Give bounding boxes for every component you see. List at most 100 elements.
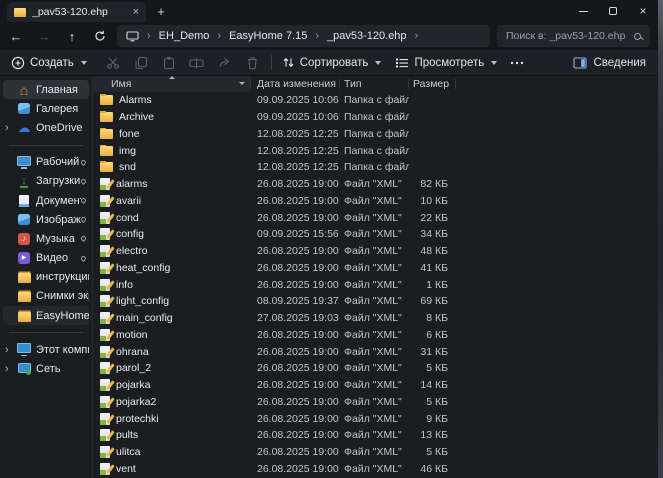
copy-button[interactable] <box>133 55 149 71</box>
table-row[interactable]: pults 26.08.2025 19:00 Файл "XML" 13 КБ <box>93 427 658 444</box>
file-type: Папка с файлами <box>340 161 409 173</box>
maximize-button[interactable] <box>598 0 628 22</box>
sidebar-item[interactable]: › Главная <box>3 80 89 99</box>
file-size: 34 КБ <box>409 228 456 240</box>
file-size: 8 КБ <box>409 312 456 324</box>
cut-button[interactable] <box>105 55 121 71</box>
back-button[interactable]: ← <box>5 26 27 46</box>
table-row[interactable]: main_config 27.08.2025 19:03 Файл "XML" … <box>93 310 658 327</box>
table-row[interactable]: vent 26.08.2025 19:00 Файл "XML" 46 КБ <box>93 461 658 478</box>
file-icon <box>100 212 110 224</box>
tab-close-icon[interactable]: × <box>133 7 139 18</box>
sidebar-item[interactable]: › Документы <box>3 191 89 210</box>
sidebar-item[interactable]: › Изображения <box>3 210 89 229</box>
create-button[interactable]: Создать <box>11 56 87 70</box>
search-box[interactable]: Поиск в: _pav53-120.ehp <box>497 25 650 47</box>
breadcrumb-item-current[interactable]: _pav53-120.ehp <box>327 30 407 42</box>
table-row[interactable]: light_config 08.09.2025 19:37 Файл "XML"… <box>93 293 658 310</box>
table-row[interactable]: protechki 26.08.2025 19:00 Файл "XML" 9 … <box>93 410 658 427</box>
sidebar-item-label: Этот компьютер <box>36 344 89 356</box>
sidebar-item[interactable]: › инструкции <box>3 268 89 287</box>
table-row[interactable]: electro 26.08.2025 19:00 Файл "XML" 48 К… <box>93 243 658 260</box>
file-date: 26.08.2025 19:00 <box>251 379 340 391</box>
table-row[interactable]: pojarka2 26.08.2025 19:00 Файл "XML" 5 К… <box>93 394 658 411</box>
sidebar-item-label: Загрузки <box>36 175 80 187</box>
expand-chevron-icon[interactable]: › <box>5 122 9 134</box>
sidebar-item[interactable]: › Видео <box>3 249 89 268</box>
breadcrumb-separator-icon[interactable]: › <box>415 30 419 42</box>
sidebar-item[interactable]: › Сеть <box>3 359 89 378</box>
file-size: 10 КБ <box>409 195 456 207</box>
table-row[interactable]: motion 26.08.2025 19:00 Файл "XML" 6 КБ <box>93 327 658 344</box>
file-size: 46 КБ <box>409 463 456 475</box>
minimize-button[interactable] <box>568 0 598 22</box>
forward-button[interactable]: → <box>33 26 55 46</box>
file-name: snd <box>119 161 136 173</box>
table-row[interactable]: snd 12.08.2025 12:25 Папка с файлами <box>93 159 658 176</box>
sort-button[interactable]: Сортировать <box>282 56 382 69</box>
table-row[interactable]: pojarka 26.08.2025 19:00 Файл "XML" 14 К… <box>93 377 658 394</box>
column-filter-chevron-icon[interactable] <box>239 82 245 85</box>
toolbar-divider <box>271 55 272 70</box>
expand-chevron-icon[interactable]: › <box>5 363 9 375</box>
table-row[interactable]: alarms 26.08.2025 19:00 Файл "XML" 82 КБ <box>93 176 658 193</box>
share-button[interactable] <box>217 55 233 71</box>
refresh-button[interactable] <box>89 26 111 46</box>
search-placeholder: Поиск в: _pav53-120.ehp <box>506 30 634 42</box>
paste-button[interactable] <box>161 55 177 71</box>
file-type: Папка с файлами <box>340 94 409 106</box>
details-pane-button[interactable]: Сведения <box>573 57 646 69</box>
breadcrumb-item[interactable]: EasyHome 7.15 <box>229 30 307 42</box>
file-type: Файл "XML" <box>340 245 409 257</box>
pin-icon <box>80 255 87 262</box>
table-row[interactable]: parol_2 26.08.2025 19:00 Файл "XML" 5 КБ <box>93 360 658 377</box>
table-row[interactable]: Archive 09.09.2025 10:06 Папка с файлами <box>93 109 658 126</box>
paste-icon <box>162 56 176 70</box>
file-type: Файл "XML" <box>340 463 409 475</box>
sidebar-item[interactable]: › Этот компьютер <box>3 340 89 359</box>
view-button[interactable]: Просмотреть <box>395 57 497 69</box>
sort-icon <box>282 56 295 69</box>
sidebar-item[interactable]: › Снимки экрана <box>3 287 89 306</box>
table-row[interactable]: ohrana 26.08.2025 19:00 Файл "XML" 31 КБ <box>93 343 658 360</box>
column-header-type[interactable]: Тип <box>340 76 409 92</box>
table-row[interactable]: avarii 26.08.2025 19:00 Файл "XML" 10 КБ <box>93 193 658 210</box>
sidebar-item[interactable]: › OneDrive <box>3 118 89 137</box>
column-header-name-label: Имя <box>111 78 131 90</box>
sidebar-item-icon <box>17 343 31 356</box>
up-button[interactable]: ↑ <box>61 26 83 46</box>
file-name: config <box>116 228 144 240</box>
sidebar-item-icon <box>17 252 31 265</box>
breadcrumb-item[interactable]: EH_Demo <box>159 30 210 42</box>
rename-button[interactable] <box>189 55 205 71</box>
file-icon <box>100 262 110 274</box>
file-size: 5 КБ <box>409 396 456 408</box>
table-row[interactable]: ulitca 26.08.2025 19:00 Файл "XML" 5 КБ <box>93 444 658 461</box>
file-date: 08.09.2025 19:37 <box>251 295 340 307</box>
column-header-date[interactable]: Дата изменения <box>251 76 340 92</box>
table-row[interactable]: Alarms 09.09.2025 10:06 Папка с файлами <box>93 92 658 109</box>
table-row[interactable]: cond 26.08.2025 19:00 Файл "XML" 22 КБ <box>93 209 658 226</box>
expand-chevron-icon[interactable]: › <box>5 344 9 356</box>
explorer-tab[interactable]: _pav53-120.ehp × <box>7 2 146 22</box>
sidebar-item[interactable]: › Загрузки <box>3 172 89 191</box>
new-tab-button[interactable]: + <box>153 2 169 20</box>
sidebar-item[interactable]: › EasyHome 7.15 <box>3 306 89 325</box>
close-button[interactable]: × <box>628 0 658 22</box>
sidebar-item[interactable]: › Рабочий стол <box>3 153 89 172</box>
breadcrumb: › EH_Demo › EasyHome 7.15 › _pav53-120.e… <box>117 25 490 47</box>
sidebar-item[interactable]: › Галерея <box>3 99 89 118</box>
details-label: Сведения <box>593 57 646 69</box>
column-header-name[interactable]: Имя <box>93 76 251 92</box>
sidebar-item[interactable]: › Музыка <box>3 229 89 248</box>
delete-button[interactable] <box>245 55 261 71</box>
table-row[interactable]: info 26.08.2025 19:00 Файл "XML" 1 КБ <box>93 276 658 293</box>
pin-icon <box>80 235 87 242</box>
file-name: light_config <box>116 295 169 307</box>
table-row[interactable]: heat_config 26.08.2025 19:00 Файл "XML" … <box>93 260 658 277</box>
table-row[interactable]: img 12.08.2025 12:25 Папка с файлами <box>93 142 658 159</box>
more-options-button[interactable] <box>509 55 525 71</box>
table-row[interactable]: fone 12.08.2025 12:25 Папка с файлами <box>93 126 658 143</box>
table-row[interactable]: config 09.09.2025 15:56 Файл "XML" 34 КБ <box>93 226 658 243</box>
column-header-size[interactable]: Размер <box>409 76 456 92</box>
